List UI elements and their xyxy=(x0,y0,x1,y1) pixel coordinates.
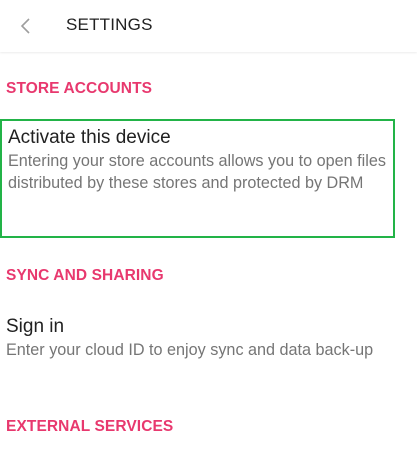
section-header-store-accounts: STORE ACCOUNTS xyxy=(6,80,153,97)
sign-in-item[interactable]: Sign in Enter your cloud ID to enjoy syn… xyxy=(0,315,395,385)
section-header-external-services: EXTERNAL SERVICES xyxy=(6,418,174,435)
activate-device-title: Activate this device xyxy=(8,127,171,148)
section-header-sync-and-sharing: SYNC AND SHARING xyxy=(6,267,164,284)
sign-in-description: Enter your cloud ID to enjoy sync and da… xyxy=(6,341,374,359)
page-title: SETTINGS xyxy=(66,15,153,34)
chevron-left-icon xyxy=(20,18,30,34)
sign-in-title: Sign in xyxy=(6,316,65,337)
back-button[interactable] xyxy=(8,8,44,44)
app-bar: SETTINGS xyxy=(0,0,417,52)
activate-device-description: Entering your store accounts allows you … xyxy=(8,152,386,192)
activate-device-item[interactable]: Activate this device Entering your store… xyxy=(0,119,395,238)
